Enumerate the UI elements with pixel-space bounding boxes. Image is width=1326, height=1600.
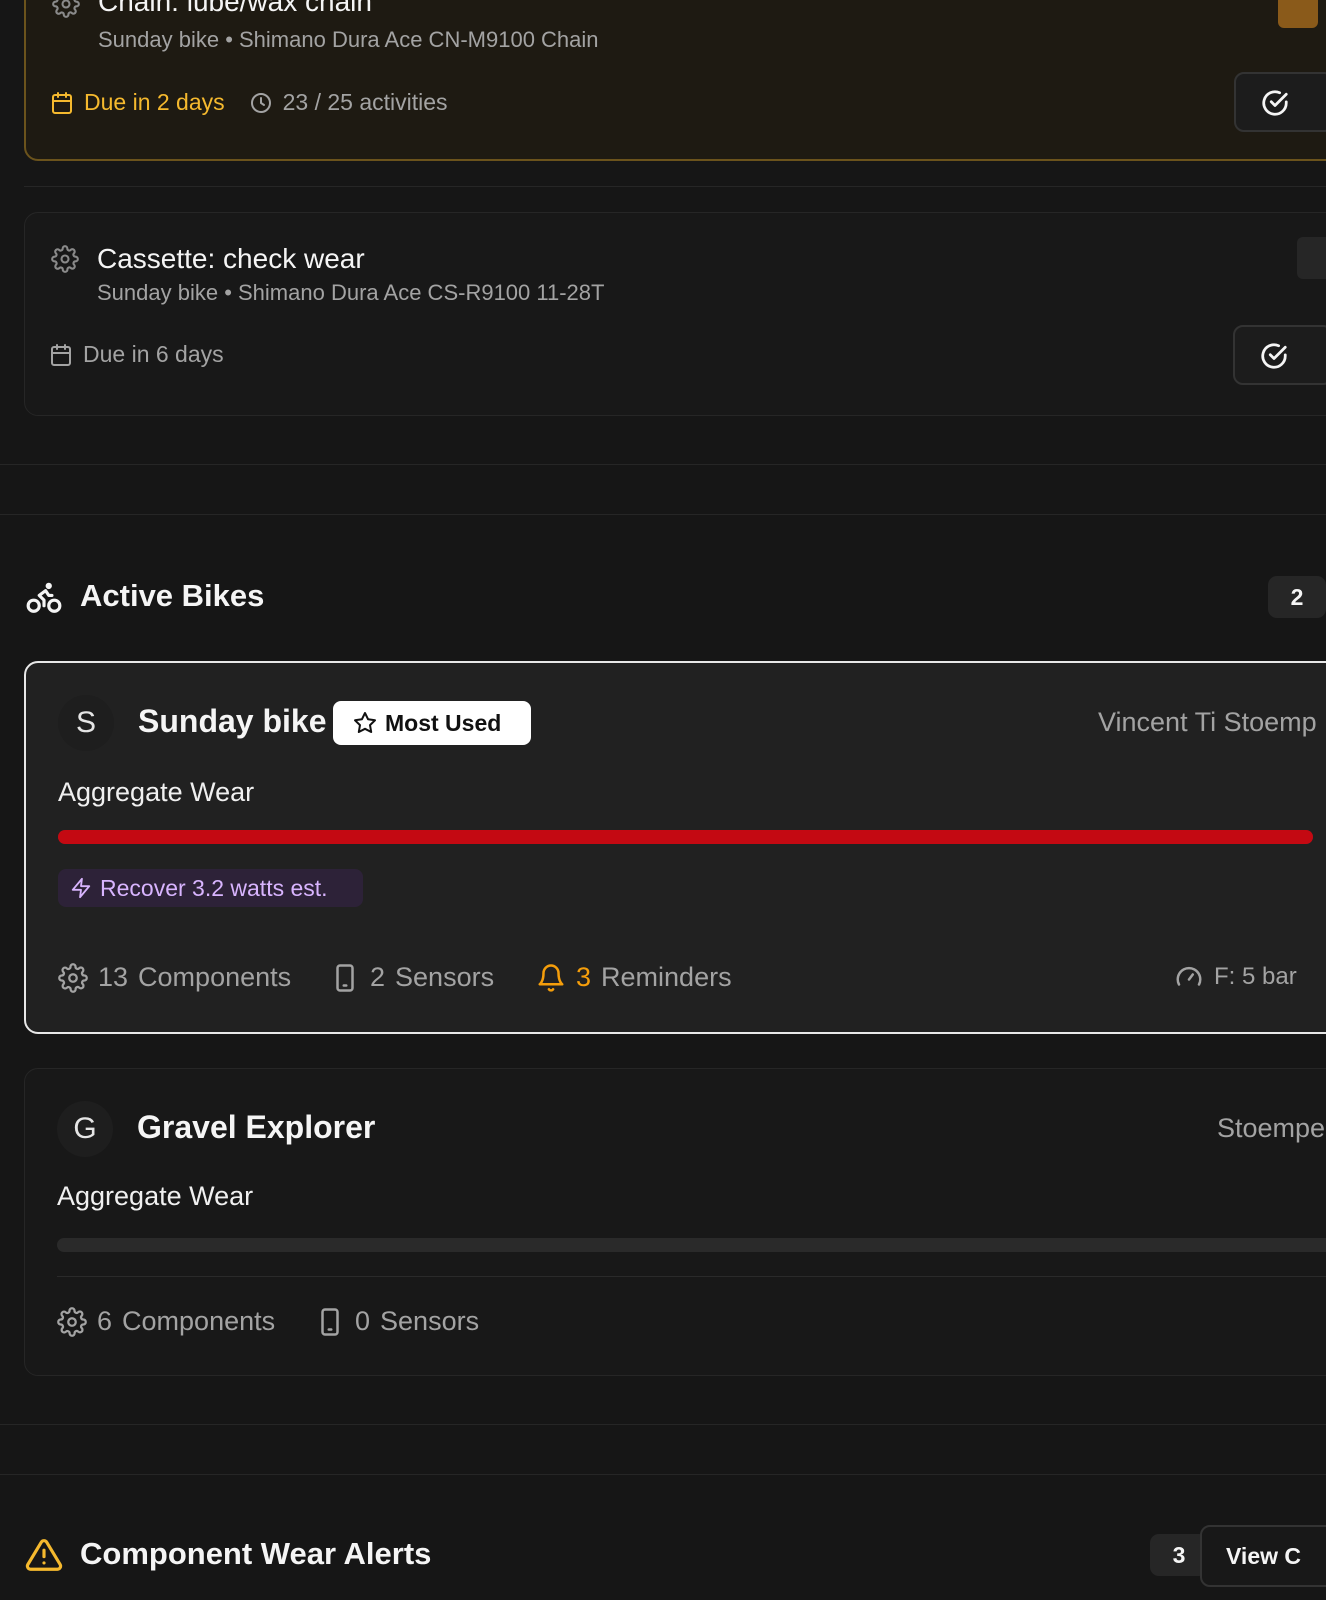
reminders-label: Reminders [601, 962, 732, 992]
divider [24, 186, 1326, 187]
calendar-icon [51, 343, 71, 366]
aggregate-wear-bar [57, 1238, 1326, 1252]
components-count: 6 [97, 1306, 113, 1336]
star-icon [354, 712, 376, 733]
device-icon [336, 963, 354, 992]
divider [0, 514, 1326, 515]
active-bikes-count-badge: 2 [1268, 576, 1326, 618]
aggregate-wear-fill [58, 830, 1313, 844]
divider [0, 1424, 1326, 1425]
sensors-stat[interactable]: 0 Sensors [315, 1306, 479, 1337]
reminder-meta: Due in 2 days 23 / 25 activities [50, 89, 448, 116]
reminders-count: 3 [576, 962, 592, 992]
view-all-alerts-button[interactable]: View C [1200, 1525, 1326, 1587]
bike-card-sunday-bike[interactable]: S Sunday bike Most Used Vincent Ti Stoem… [24, 661, 1326, 1034]
sensors-count: 2 [370, 962, 386, 992]
gear-icon [52, 0, 80, 18]
most-used-badge: Most Used [333, 701, 531, 745]
sensors-count: 0 [355, 1306, 371, 1336]
warning-triangle-icon [25, 1539, 63, 1571]
reminder-meta: Due in 6 days [49, 341, 224, 368]
bike-card-gravel-explorer[interactable]: G Gravel Explorer Stoempe Aggregate Wear… [24, 1068, 1326, 1376]
reminder-card-chain[interactable]: Chain: lube/wax chain Sunday bike • Shim… [24, 0, 1326, 161]
bike-frame-name: Vincent Ti Stoemp [1098, 707, 1317, 737]
check-circle-icon [1262, 90, 1288, 116]
due-text: Due in 6 days [83, 341, 224, 367]
reminders-stat[interactable]: 3 Reminders [536, 962, 732, 993]
sensors-label: Sensors [395, 962, 495, 992]
aggregate-wear-label: Aggregate Wear [57, 1181, 254, 1211]
device-icon [321, 1307, 339, 1336]
sensors-label: Sensors [380, 1306, 480, 1336]
bike-frame-name: Stoempe [1217, 1113, 1326, 1143]
check-circle-icon [1261, 343, 1287, 369]
recover-watts-badge: Recover 3.2 watts est. [58, 869, 363, 907]
gear-icon [57, 1306, 87, 1337]
components-label: Components [138, 962, 292, 992]
gear-icon [58, 962, 88, 993]
mark-done-button[interactable] [1234, 72, 1326, 132]
due-text: Due in 2 days [84, 89, 225, 115]
reminder-tag [1278, 0, 1318, 28]
recover-watts-text: Recover 3.2 watts est. [100, 874, 328, 901]
reminder-title: Chain: lube/wax chain [98, 0, 372, 17]
bike-icon [26, 582, 62, 613]
bike-name: Gravel Explorer [137, 1109, 376, 1145]
reminder-subtitle: Sunday bike • Shimano Dura Ace CN-M9100 … [98, 27, 599, 52]
activities-text: 23 / 25 activities [282, 89, 448, 115]
bell-icon [538, 963, 564, 992]
section-title-active-bikes: Active Bikes [80, 578, 265, 613]
calendar-icon [52, 91, 72, 114]
reminder-tag [1297, 237, 1326, 279]
aggregate-wear-label: Aggregate Wear [58, 777, 255, 807]
tire-pressure-stat: F: 5 bar [1174, 962, 1297, 992]
avatar: G [57, 1101, 113, 1157]
aggregate-wear-bar [58, 830, 1313, 844]
reminder-card-cassette[interactable]: Cassette: check wear Sunday bike • Shima… [24, 212, 1326, 416]
avatar: S [58, 695, 114, 751]
lightning-icon [71, 877, 91, 899]
gear-icon [51, 245, 79, 273]
divider [57, 1276, 1326, 1277]
gauge-icon [1176, 966, 1202, 986]
divider [0, 1474, 1326, 1475]
tire-pressure-text: F: 5 bar [1214, 963, 1297, 990]
mark-done-button[interactable] [1233, 325, 1326, 385]
section-title-wear-alerts: Component Wear Alerts [80, 1536, 432, 1571]
divider [0, 464, 1326, 465]
bike-name: Sunday bike [138, 703, 327, 739]
reminder-subtitle: Sunday bike • Shimano Dura Ace CS-R9100 … [97, 280, 605, 305]
clock-icon [250, 92, 271, 113]
components-stat[interactable]: 13 Components [58, 962, 291, 993]
reminder-title: Cassette: check wear [97, 243, 365, 274]
most-used-label: Most Used [385, 709, 502, 736]
sensors-stat[interactable]: 2 Sensors [330, 962, 494, 993]
components-label: Components [122, 1306, 276, 1336]
components-stat[interactable]: 6 Components [57, 1306, 275, 1337]
components-count: 13 [98, 962, 129, 992]
